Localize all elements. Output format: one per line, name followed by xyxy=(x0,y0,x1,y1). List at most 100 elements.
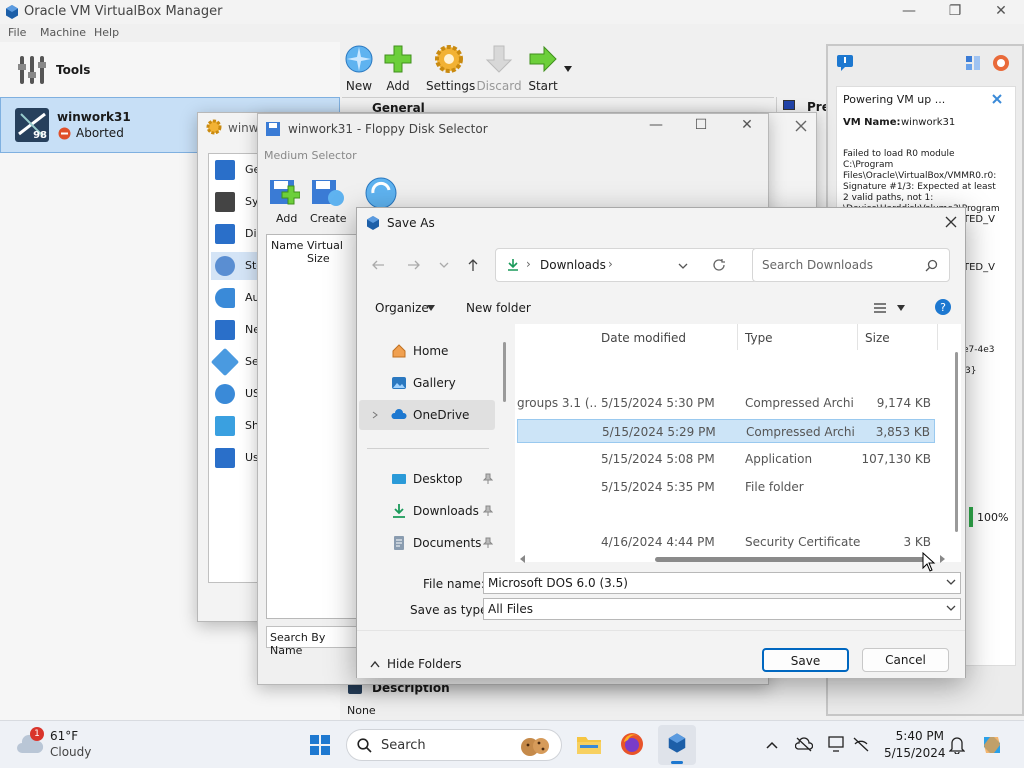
organize-dropdown-icon[interactable] xyxy=(427,305,435,311)
floppy-add-button[interactable]: Add xyxy=(268,176,304,226)
home-icon xyxy=(392,344,406,358)
scroll-left-icon[interactable] xyxy=(519,555,527,563)
refresh-icon[interactable] xyxy=(364,176,398,210)
help-icon[interactable]: ? xyxy=(934,298,952,316)
floppy-minimize-button[interactable]: — xyxy=(633,114,679,138)
start-dropdown-icon[interactable] xyxy=(564,66,572,72)
vertical-scrollbar[interactable] xyxy=(955,352,958,532)
mouse-cursor-icon xyxy=(922,552,936,572)
nav-divider xyxy=(367,448,489,449)
taskbar-search[interactable]: Search xyxy=(346,729,562,761)
column-date-modified[interactable]: Date modified xyxy=(601,331,686,345)
show-hidden-icons-icon[interactable] xyxy=(766,740,778,750)
menu-machine[interactable]: Machine xyxy=(40,26,86,39)
virtualbox-taskbar-button[interactable] xyxy=(658,725,696,765)
notification-bubble-icon[interactable] xyxy=(836,54,854,72)
search-downloads-input[interactable]: Search Downloads xyxy=(752,248,950,282)
file-list[interactable]: Date modified Type Size groups 3.1 (... … xyxy=(515,324,961,563)
floppy-create-button[interactable]: Create xyxy=(310,176,350,226)
virtualbox-logo-icon xyxy=(6,5,18,19)
view-options-icon[interactable] xyxy=(873,302,887,314)
copilot-icon[interactable] xyxy=(980,733,1004,757)
column-type[interactable]: Type xyxy=(745,331,773,345)
weather-widget[interactable]: 1 61°F Cloudy xyxy=(14,727,124,763)
nav-downloads[interactable]: Downloads xyxy=(359,496,495,526)
nav-gallery[interactable]: Gallery xyxy=(359,368,495,398)
pin-icon[interactable] xyxy=(483,473,493,485)
pin-icon[interactable] xyxy=(483,505,493,517)
column-name[interactable]: Name xyxy=(271,239,303,252)
add-button[interactable]: Add xyxy=(375,44,421,93)
menu-help[interactable]: Help xyxy=(94,26,119,39)
notification-bell-icon[interactable] xyxy=(949,736,965,754)
search-by-name-field[interactable]: Search By Name xyxy=(266,626,362,657)
close-button[interactable]: ✕ xyxy=(978,0,1024,24)
save-button[interactable]: Save xyxy=(762,648,849,672)
hide-folders-button[interactable]: Hide Folders xyxy=(387,657,462,671)
pin-icon[interactable] xyxy=(483,537,493,549)
medium-list[interactable]: Name Virtual Size xyxy=(266,234,362,619)
clock-time[interactable]: 5:40 PM xyxy=(884,729,944,743)
weather-badge: 1 xyxy=(30,727,44,741)
sort-icon[interactable] xyxy=(964,54,982,72)
maximize-button[interactable]: ❐ xyxy=(932,0,978,24)
up-arrow-icon[interactable] xyxy=(466,258,480,272)
minimize-button[interactable]: — xyxy=(886,0,932,24)
address-bar[interactable]: › Downloads › xyxy=(495,248,757,282)
file-name-input[interactable]: Microsoft DOS 6.0 (3.5) xyxy=(483,572,961,594)
settings-gear-icon xyxy=(206,119,222,135)
save-as-type-select[interactable]: All Files xyxy=(483,598,961,620)
tools-item[interactable]: Tools xyxy=(0,50,340,90)
onedrive-offline-icon[interactable] xyxy=(795,736,813,752)
settings-button[interactable]: Settings xyxy=(426,44,475,93)
file-row[interactable]: 5/15/2024 5:08 PM Application 107,130 KB xyxy=(517,447,935,471)
start-button[interactable]: Start xyxy=(520,44,566,93)
folder-row[interactable]: 5/15/2024 5:35 PM File folder xyxy=(517,475,935,499)
message-fragment-1: TED_V xyxy=(963,214,995,225)
nav-desktop[interactable]: Desktop xyxy=(359,464,495,494)
windows-start-icon[interactable] xyxy=(309,734,331,756)
file-row[interactable]: groups 3.1 (... 5/15/2024 5:30 PM Compre… xyxy=(517,391,935,415)
expand-chevron-icon[interactable] xyxy=(371,411,379,419)
chevron-up-icon[interactable] xyxy=(370,660,380,668)
menu-file[interactable]: File xyxy=(8,26,26,39)
file-explorer-icon[interactable] xyxy=(576,733,602,755)
nav-scrollbar[interactable] xyxy=(503,342,506,402)
nav-documents[interactable]: Documents xyxy=(359,528,495,558)
column-size[interactable]: Size xyxy=(865,331,890,345)
horizontal-scrollbar-thumb[interactable] xyxy=(655,557,927,562)
scroll-right-icon[interactable] xyxy=(938,555,946,563)
view-dropdown-icon[interactable] xyxy=(897,305,905,311)
forward-arrow-icon[interactable] xyxy=(407,258,421,272)
back-arrow-icon[interactable] xyxy=(371,258,385,272)
virtualbox-logo-icon xyxy=(668,733,686,753)
clock-date[interactable]: 5/15/2024 xyxy=(884,746,946,760)
column-virtual-size[interactable]: Virtual Size xyxy=(307,239,361,265)
close-notification-icon[interactable] xyxy=(991,93,1003,105)
file-row[interactable]: 4/16/2024 4:44 PM Security Certificate 3… xyxy=(517,530,935,554)
floppy-maximize-button[interactable]: ☐ xyxy=(678,114,724,138)
file-row-selected[interactable]: 5/15/2024 5:29 PM Compressed Archi... 3,… xyxy=(517,419,935,443)
display-icon[interactable] xyxy=(828,736,846,752)
new-folder-button[interactable]: New folder xyxy=(466,301,531,315)
network-icon[interactable] xyxy=(852,736,870,752)
cleanup-icon[interactable] xyxy=(992,54,1010,72)
address-location[interactable]: Downloads xyxy=(540,258,606,272)
refresh-icon[interactable] xyxy=(712,258,726,272)
firefox-icon[interactable] xyxy=(620,732,644,756)
recent-locations-icon[interactable] xyxy=(439,260,449,270)
save-as-type-dropdown-icon[interactable] xyxy=(946,603,956,613)
file-name-dropdown-icon[interactable] xyxy=(946,577,956,587)
downloads-icon xyxy=(508,259,518,271)
nav-home[interactable]: Home xyxy=(359,336,495,366)
settings-close-icon[interactable] xyxy=(794,119,808,133)
discard-label: Discard xyxy=(476,79,522,93)
save-as-close-icon[interactable] xyxy=(945,216,957,228)
nav-onedrive[interactable]: OneDrive xyxy=(359,400,495,430)
cancel-button[interactable]: Cancel xyxy=(862,648,949,672)
address-dropdown-icon[interactable] xyxy=(678,261,688,271)
documents-icon xyxy=(394,536,404,550)
discard-button[interactable]: Discard xyxy=(476,44,522,93)
floppy-close-button[interactable]: ✕ xyxy=(724,114,770,138)
organize-button[interactable]: Organize xyxy=(375,301,429,315)
